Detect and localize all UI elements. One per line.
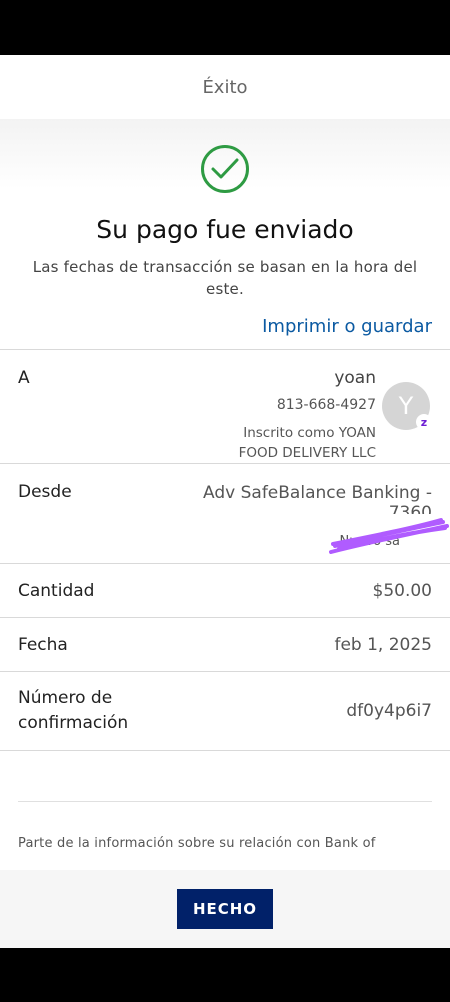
recipient-label: A [18,368,30,388]
confirmation-title: Su pago fue enviado [96,215,354,244]
recipient-row: A yoan 813-668-4927 Inscrito como YOAN F… [0,350,450,464]
amount-row: Cantidad $50.00 [0,564,450,618]
print-or-save-link[interactable]: Imprimir o guardar [0,300,450,349]
avatar: Y z [382,382,432,430]
done-button[interactable]: HECHO [177,889,273,929]
confirmation-number-label: Número de confirmación [18,686,128,736]
account-suffix: 7360 [388,503,432,514]
confirmation-number-row: Número de confirmación df0y4p6i7 [0,672,450,751]
from-label: Desde [18,482,72,502]
recipient-phone: 813-668-4927 [276,397,376,413]
date-row: Fecha feb 1, 2025 [0,618,450,672]
enrolled-line-2: FOOD DELIVERY LLC [238,445,376,461]
confirmation-number-value: df0y4p6i7 [346,701,432,721]
check-circle-icon [201,145,249,193]
recipient-enrolled-as: Inscrito como YOAN FOOD DELIVERY LLC [239,423,376,463]
amount-value: $50.00 [372,580,432,601]
recipient-name: yoan [334,368,376,388]
page-title: Éxito [202,76,248,98]
account-name: Adv SafeBalance Banking - [203,483,432,503]
checkmark-icon [211,158,239,179]
bottom-bar: HECHO [0,870,450,948]
avatar-letter: Y [398,392,414,420]
zelle-icon: z [416,414,432,430]
amount-label: Cantidad [18,580,95,601]
from-account: Adv SafeBalance Banking - 7360 [203,482,432,514]
date-label: Fecha [18,634,68,655]
conf-label-line-1: Número de [18,688,113,708]
top-bar: Éxito [0,55,450,119]
recipient-details: yoan 813-668-4927 Inscrito como YOAN FOO… [239,368,376,463]
from-account-row: Desde Adv SafeBalance Banking - 7360 Nue… [0,464,450,564]
confirmation-hero: Su pago fue enviado Las fechas de transa… [0,119,450,349]
timezone-note: Las fechas de transacción se basan en la… [32,258,418,298]
conf-label-line-2: confirmación [18,713,129,733]
disclosure-text: Parte de la información sobre su relació… [18,836,376,851]
enrolled-line-1: Inscrito como YOAN [243,425,376,441]
payment-confirmation-screen: Éxito Su pago fue enviado Las fechas de … [0,55,450,948]
date-value: feb 1, 2025 [334,634,432,655]
redaction-scribble [329,518,449,554]
